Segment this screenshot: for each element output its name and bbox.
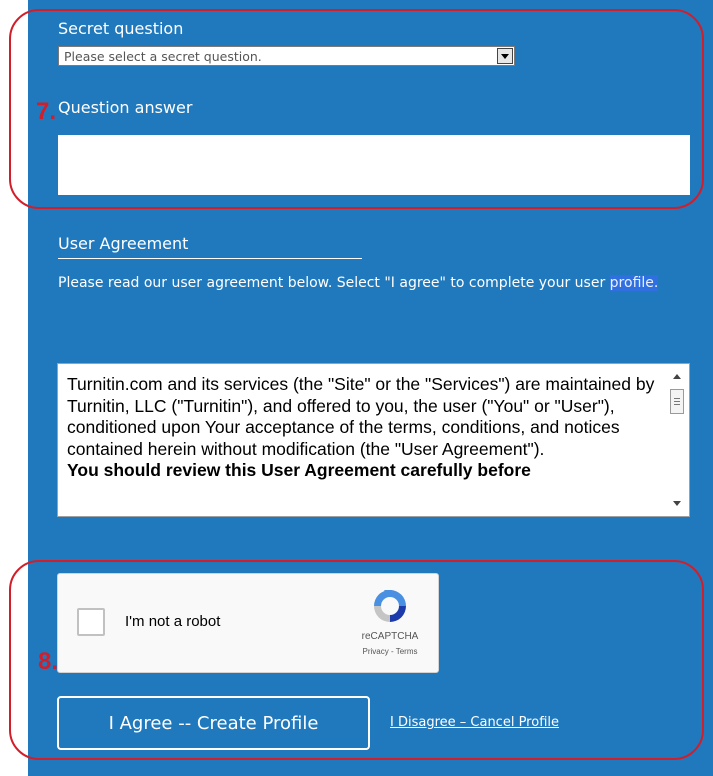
user-agreement-intro: Please read our user agreement below. Se… — [58, 272, 688, 294]
annotation-box-8 — [9, 560, 704, 760]
user-agreement-textarea[interactable]: Turnitin.com and its services (the "Site… — [57, 363, 690, 517]
scroll-down-icon[interactable] — [673, 501, 681, 506]
profile-link[interactable]: profile. — [609, 275, 659, 291]
user-agreement-body: Turnitin.com and its services (the "Site… — [67, 374, 662, 482]
annotation-box-7 — [9, 9, 704, 209]
annotation-marker-7: 7. — [36, 98, 57, 125]
scroll-thumb[interactable] — [670, 389, 684, 414]
annotation-marker-8: 8. — [38, 648, 59, 675]
user-agreement-title: User Agreement — [58, 234, 189, 253]
agreement-scrollbar[interactable] — [667, 364, 689, 516]
user-agreement-body-bold: You should review this User Agreement ca… — [67, 460, 531, 480]
user-agreement-intro-text: Please read our user agreement below. Se… — [58, 275, 606, 291]
title-divider — [58, 258, 362, 259]
scroll-up-icon[interactable] — [673, 374, 681, 379]
user-agreement-body-text: Turnitin.com and its services (the "Site… — [67, 374, 655, 459]
